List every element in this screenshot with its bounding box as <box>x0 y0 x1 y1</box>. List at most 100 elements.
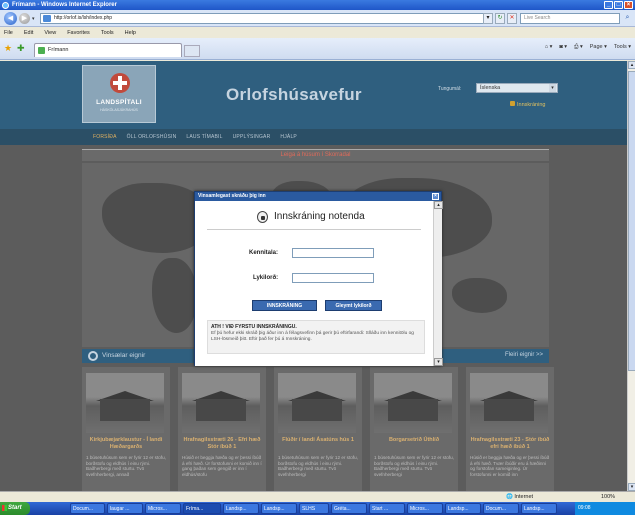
maximize-button[interactable]: □ <box>614 1 623 9</box>
dialog-title: Innskráning notenda <box>274 211 365 222</box>
taskbar-item[interactable]: Micros... <box>407 503 443 514</box>
property-photo[interactable] <box>182 373 260 433</box>
menu-tools[interactable]: Tools <box>101 28 114 38</box>
banner-bar: Leiga á húsum í Skorradal <box>82 149 549 161</box>
scroll-down-button[interactable]: ▾ <box>628 483 635 491</box>
first-login-note: ATH ! VIÐ FYRSTU INNSKRÁNINGU. Ef þú hef… <box>207 320 425 354</box>
clock-icon <box>88 351 98 361</box>
taskbar-item[interactable]: Start ... <box>369 503 405 514</box>
more-properties-link[interactable]: Fleiri eignir >> <box>505 352 543 358</box>
scroll-thumb[interactable] <box>628 71 635 371</box>
zoom-level[interactable]: 100% <box>601 492 615 502</box>
forgot-password-button[interactable]: Gleymt lykilorð <box>325 300 382 311</box>
search-input[interactable]: Live Search <box>520 13 620 24</box>
dialog-scroll-down[interactable]: ▾ <box>434 358 443 366</box>
page-menu[interactable]: Page ▾ <box>590 44 607 51</box>
address-bar[interactable]: http://orlof.is/lsh/index.php <box>40 13 485 24</box>
menu-view[interactable]: View <box>44 28 56 38</box>
login-button[interactable]: INNSKRÁNING <box>252 300 317 311</box>
taskbar-item[interactable]: Landsp... <box>445 503 481 514</box>
lock-icon <box>510 101 515 106</box>
dialog-scrollbar[interactable]: ▴ ▾ <box>433 201 443 366</box>
taskbar-item-active[interactable]: Fríma... <box>183 503 221 514</box>
dialog-scroll-up[interactable]: ▴ <box>434 201 443 209</box>
taskbar-item[interactable]: Landsp... <box>521 503 557 514</box>
property-card[interactable]: Borgarsetrið Úthlíð 1 búsetuhúsum sem er… <box>370 367 458 491</box>
banner-text[interactable]: Leiga á húsum í Skorradal <box>82 152 549 158</box>
nav-upplysingar[interactable]: UPPLÝSINGAR <box>233 134 271 140</box>
lock-icon <box>257 211 268 223</box>
property-title[interactable]: Flúðir í landi Ásatúns hús 1 <box>276 437 360 444</box>
taskbar-item[interactable]: Gréta... <box>331 503 367 514</box>
property-title[interactable]: Hrafnagilsstræti 23 - Stór íbúð efri hæð… <box>468 437 552 450</box>
nav-forsida[interactable]: FORSÍÐA <box>93 134 117 140</box>
tab-page-icon <box>38 47 45 54</box>
scroll-up-button[interactable]: ▴ <box>628 61 635 69</box>
forward-button[interactable]: ▶ <box>19 13 30 24</box>
menu-help[interactable]: Help <box>125 28 136 38</box>
page-scrollbar[interactable]: ▴ ▾ <box>627 61 635 491</box>
password-input[interactable] <box>292 273 374 283</box>
dialog-body: Innskráning notenda Kennitala: Lykilorð:… <box>195 201 433 366</box>
property-photo[interactable] <box>86 373 164 433</box>
taskbar-item[interactable]: Micros... <box>145 503 181 514</box>
menu-file[interactable]: File <box>4 28 13 38</box>
search-icon[interactable]: ⌕ <box>622 13 633 24</box>
back-button[interactable]: ◀ <box>4 12 17 25</box>
minimize-button[interactable]: _ <box>604 1 613 9</box>
nav-laus-timabil[interactable]: LAUS TÍMABIL <box>186 134 222 140</box>
note-text: Ef þú hefur ekki skráð þig áður inn á fé… <box>211 331 414 342</box>
stop-icon[interactable]: ✕ <box>507 13 517 24</box>
zone-label: Internet <box>514 494 534 500</box>
nav-hjalp[interactable]: HJÁLP <box>280 134 297 140</box>
close-button[interactable]: × <box>624 1 633 9</box>
taskbar-item[interactable]: SLHS <box>299 503 329 514</box>
add-favorite-icon[interactable]: ✚ <box>17 43 25 54</box>
kennitala-input[interactable] <box>292 248 374 258</box>
print-icon[interactable]: ⎙ ▾ <box>574 44 583 51</box>
taskbar-item[interactable]: Landsp... <box>261 503 297 514</box>
taskbar: Start Docum... laugar ... Micros... Frím… <box>0 502 635 515</box>
tray-clock[interactable]: 09:08 <box>578 505 591 511</box>
divider <box>207 229 421 230</box>
taskbar-item[interactable]: Landsp... <box>223 503 259 514</box>
refresh-icon[interactable]: ↻ <box>495 13 505 24</box>
property-photo[interactable] <box>374 373 452 433</box>
status-bar: 🌐 Internet 100% <box>0 491 635 502</box>
home-icon[interactable]: ⌂ ▾ <box>545 44 553 51</box>
taskbar-item[interactable]: Docum... <box>70 503 105 514</box>
tab-frimann[interactable]: Frímann <box>34 43 182 57</box>
tools-menu[interactable]: Tools ▾ <box>614 44 631 51</box>
password-label: Lykilorð: <box>253 275 279 281</box>
taskbar-item[interactable]: laugar ... <box>107 503 143 514</box>
property-card[interactable]: Hrafnagilsstræti 26 - Efri hæð Stór íbúð… <box>178 367 266 491</box>
property-card[interactable]: Flúðir í landi Ásatúns hús 1 1 búsetuhús… <box>274 367 362 491</box>
start-button[interactable]: Start <box>0 502 30 515</box>
property-card[interactable]: Kirkjubæjarklaustur - Í landi Hæðargarðs… <box>82 367 170 491</box>
dialog-close-button[interactable]: × <box>432 193 439 200</box>
property-title[interactable]: Borgarsetrið Úthlíð <box>372 437 456 444</box>
taskbar-item[interactable]: Docum... <box>483 503 519 514</box>
address-dropdown-button[interactable]: ▾ <box>483 13 493 24</box>
menu-favorites[interactable]: Favorites <box>67 28 90 38</box>
property-photo[interactable] <box>470 373 548 433</box>
site-header: LANDSPÍTALI HÁSKÓLASJÚKRAHÚS Orlofshúsav… <box>0 61 627 129</box>
tab-bar: ★ ✚ Frímann ⌂ ▾ ◙ ▾ ⎙ ▾ Page ▾ Tools ▾ <box>0 38 635 60</box>
property-description: Húsið er beggja hæða og er þessi íbúð á … <box>182 455 262 477</box>
recent-pages-dropdown[interactable]: ▾ <box>32 16 35 22</box>
main-nav: FORSÍÐA ÖLL ORLOFSHÚSIN LAUS TÍMABIL UPP… <box>0 129 627 145</box>
property-photo[interactable] <box>278 373 356 433</box>
login-link[interactable]: Innskráning <box>510 101 545 108</box>
menu-edit[interactable]: Edit <box>24 28 33 38</box>
landspitali-logo[interactable]: LANDSPÍTALI HÁSKÓLASJÚKRAHÚS <box>82 65 156 123</box>
nav-oll-orlofshusin[interactable]: ÖLL ORLOFSHÚSIN <box>127 134 177 140</box>
new-tab-button[interactable] <box>184 45 200 57</box>
favorites-star-icon[interactable]: ★ <box>4 43 12 54</box>
property-title[interactable]: Kirkjubæjarklaustur - Í landi Hæðargarðs <box>84 437 168 450</box>
language-select[interactable]: Íslenska ▾ <box>476 83 558 93</box>
cross-logo-icon <box>110 73 130 93</box>
property-card[interactable]: Hrafnagilsstræti 23 - Stór íbúð efri hæð… <box>466 367 554 491</box>
property-title[interactable]: Hrafnagilsstræti 26 - Efri hæð Stór íbúð… <box>180 437 264 450</box>
feeds-icon[interactable]: ◙ ▾ <box>559 44 567 51</box>
note-heading: ATH ! VIÐ FYRSTU INNSKRÁNINGU. <box>211 324 297 330</box>
